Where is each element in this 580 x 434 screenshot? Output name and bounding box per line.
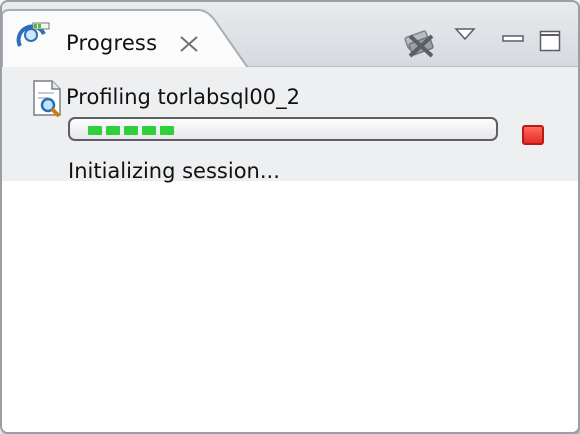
progress-chunk xyxy=(124,126,138,135)
minimize-icon[interactable] xyxy=(502,34,524,44)
progress-chunk xyxy=(88,126,102,135)
job-name: Profiling torlabsql00_2 xyxy=(66,85,300,109)
progress-view: Progress Profiling torlabsql00_2 Initial… xyxy=(0,0,580,434)
progress-view-icon xyxy=(16,22,50,47)
progress-chunk xyxy=(142,126,156,135)
progress-chunk xyxy=(106,126,120,135)
job-item[interactable]: Profiling torlabsql00_2 Initializing ses… xyxy=(2,67,578,183)
profile-document-icon xyxy=(33,80,61,118)
tab-title: Progress xyxy=(66,31,158,55)
remove-all-finished-icon[interactable] xyxy=(400,26,438,60)
progress-list: Profiling torlabsql00_2 Initializing ses… xyxy=(2,67,578,432)
job-status: Initializing session... xyxy=(68,159,280,183)
view-menu-icon[interactable] xyxy=(454,26,476,42)
progress-bar xyxy=(68,117,498,141)
view-tab-bar: Progress xyxy=(2,2,578,68)
maximize-icon[interactable] xyxy=(539,30,561,52)
cancel-stop-icon[interactable] xyxy=(522,125,544,145)
close-tab-icon[interactable] xyxy=(178,34,200,54)
progress-chunks xyxy=(88,126,174,135)
tab-progress[interactable]: Progress xyxy=(2,2,242,66)
progress-chunk xyxy=(160,126,174,135)
